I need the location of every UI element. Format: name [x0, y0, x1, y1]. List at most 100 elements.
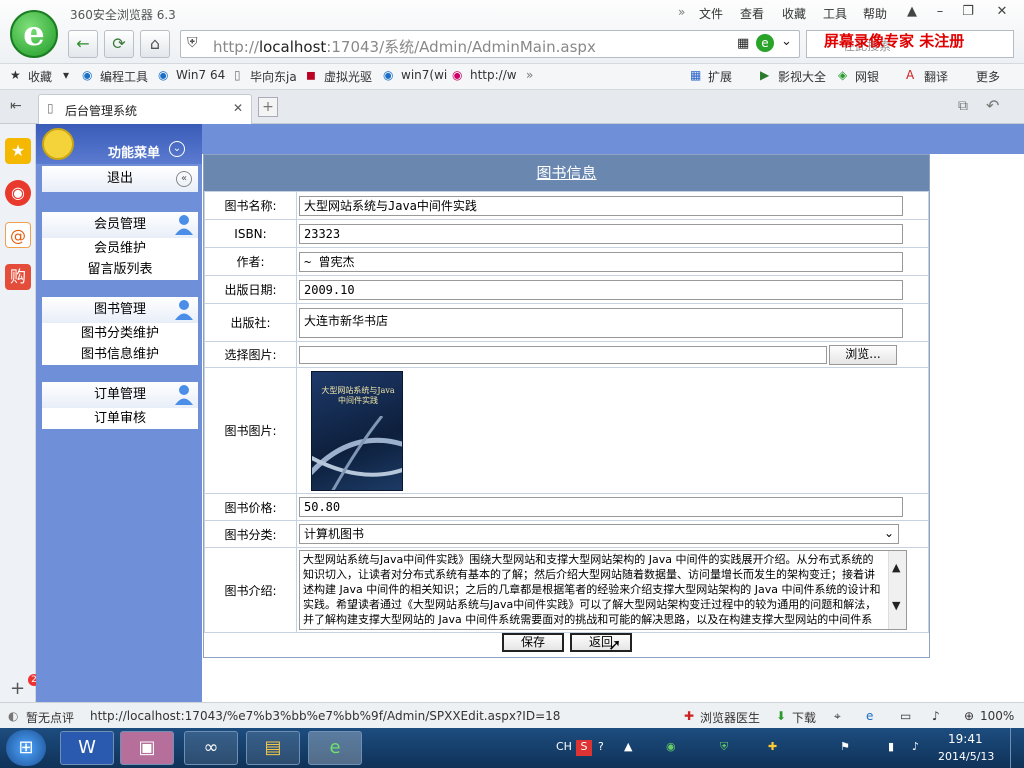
- favorites-star-icon[interactable]: ★: [5, 138, 31, 164]
- email-icon[interactable]: @: [5, 222, 31, 248]
- collapse-menu-icon[interactable]: ⌄: [169, 141, 185, 157]
- input-method-icon[interactable]: S: [576, 740, 592, 756]
- back-button[interactable]: 返回: [570, 633, 632, 652]
- menu-expand-icon[interactable]: »: [678, 5, 685, 19]
- refresh-button[interactable]: ⟳: [104, 30, 134, 58]
- menu-tools[interactable]: 工具: [823, 5, 847, 22]
- home-button[interactable]: ⌂: [140, 30, 170, 58]
- input-isbn[interactable]: 23323: [299, 223, 903, 244]
- browser-logo-icon[interactable]: e: [10, 10, 58, 58]
- window-icon[interactable]: ▭: [900, 709, 911, 723]
- tool-more[interactable]: 更多: [976, 68, 1000, 85]
- group-header-books[interactable]: 图书管理: [42, 297, 198, 323]
- new-tab-button[interactable]: +: [258, 97, 278, 117]
- link-book-maintain[interactable]: 图书信息维护: [42, 344, 198, 365]
- image-app-icon[interactable]: ▣: [120, 731, 174, 765]
- fav-more-icon[interactable]: »: [526, 68, 533, 82]
- ie-icon[interactable]: e: [866, 709, 873, 723]
- vs-app-icon[interactable]: ∞: [184, 731, 238, 765]
- input-author[interactable]: ~ 曾宪杰: [299, 251, 903, 272]
- ie-mode-icon[interactable]: e: [756, 34, 774, 52]
- undo-close-icon[interactable]: ↶: [986, 96, 999, 115]
- chevron-down-icon[interactable]: ⌄: [884, 525, 894, 541]
- menu-file[interactable]: 文件: [699, 5, 723, 22]
- dropdown-icon[interactable]: ⌄: [781, 34, 792, 49]
- download-link[interactable]: 下载: [792, 709, 816, 726]
- browse-button[interactable]: 浏览...: [829, 344, 897, 365]
- word-app-icon[interactable]: W: [60, 731, 114, 765]
- link-member-maintain[interactable]: 会员维护: [42, 238, 198, 259]
- menu-favorites[interactable]: 收藏: [782, 5, 806, 22]
- skin-icon[interactable]: ▲: [900, 2, 924, 22]
- tray-shield-icon[interactable]: ⛨: [720, 740, 728, 754]
- restore-tabs-icon[interactable]: ⧉: [958, 98, 968, 114]
- cell-image-select: 浏览...: [296, 341, 929, 368]
- qrcode-icon[interactable]: ▦: [737, 36, 749, 51]
- input-date[interactable]: 2009.10: [299, 279, 903, 300]
- show-desktop-button[interactable]: [1010, 728, 1024, 768]
- fav-item[interactable]: 编程工具: [100, 68, 148, 85]
- shopping-icon[interactable]: 购: [5, 264, 31, 290]
- browser-app-icon[interactable]: e: [308, 731, 362, 765]
- link-order-review[interactable]: 订单审核: [42, 408, 198, 429]
- tab-admin[interactable]: ▯ 后台管理系统 ✕: [38, 94, 252, 124]
- fav-item[interactable]: 收藏: [28, 68, 52, 85]
- clock-time[interactable]: 19:41: [948, 732, 983, 746]
- tool-bank[interactable]: 网银: [855, 68, 879, 85]
- fav-item[interactable]: 虚拟光驱: [324, 68, 372, 85]
- volume-icon[interactable]: ♪: [932, 709, 940, 723]
- file-path-input[interactable]: [299, 345, 827, 364]
- restore-button[interactable]: ❐: [956, 2, 980, 22]
- scroll-up-icon[interactable]: ▲: [892, 561, 900, 574]
- weibo-icon[interactable]: ◉: [5, 180, 31, 206]
- logout-link[interactable]: 退出: [107, 171, 133, 186]
- category-select[interactable]: 计算机图书 ⌄: [299, 524, 899, 544]
- tool-extensions[interactable]: 扩展: [708, 68, 732, 85]
- fav-item[interactable]: Win7 64: [176, 68, 225, 82]
- tool-translate[interactable]: 翻译: [924, 68, 948, 85]
- group-header-members[interactable]: 会员管理: [42, 212, 198, 238]
- tray-app-icon[interactable]: ◉: [666, 740, 676, 753]
- close-button[interactable]: ✕: [990, 2, 1014, 22]
- sidebar-toggle-icon[interactable]: ⇤: [10, 98, 22, 114]
- minimize-button[interactable]: –: [928, 2, 952, 22]
- scrollbar[interactable]: ▲ ▼: [888, 551, 906, 629]
- fav-item[interactable]: 毕向东ja: [250, 68, 297, 85]
- fav-item[interactable]: win7(wi: [401, 68, 447, 82]
- gesture-icon[interactable]: ⌖: [834, 709, 841, 724]
- status-comment[interactable]: 暂无点评: [26, 709, 74, 726]
- fav-item[interactable]: http://w: [470, 68, 517, 82]
- back-button[interactable]: ←: [68, 30, 98, 58]
- start-button[interactable]: ⊞: [6, 730, 46, 766]
- link-category-maintain[interactable]: 图书分类维护: [42, 323, 198, 344]
- link-message-board[interactable]: 留言版列表: [42, 259, 198, 280]
- collapse-icon[interactable]: «: [176, 171, 192, 187]
- intro-textarea[interactable]: 大型网站系统与Java中间件实践》围绕大型网站和支撑大型网站架构的 Java 中…: [299, 550, 907, 630]
- clock-date[interactable]: 2014/5/13: [938, 750, 994, 763]
- group-header-orders[interactable]: 订单管理: [42, 382, 198, 408]
- add-icon[interactable]: +: [10, 678, 25, 699]
- flag-icon[interactable]: ⚑: [840, 740, 850, 753]
- zoom-level[interactable]: 100%: [980, 709, 1014, 723]
- scroll-down-icon[interactable]: ▼: [892, 599, 900, 612]
- explorer-app-icon[interactable]: ▤: [246, 731, 300, 765]
- save-button[interactable]: 保存: [502, 633, 564, 652]
- network-icon[interactable]: ▮: [888, 740, 894, 753]
- tool-video[interactable]: 影视大全: [778, 68, 826, 85]
- tab-close-icon[interactable]: ✕: [233, 101, 243, 115]
- input-price[interactable]: 50.80: [299, 497, 903, 517]
- input-name[interactable]: 大型网站系统与Java中间件实践: [299, 195, 903, 216]
- ime-indicator[interactable]: CH: [556, 740, 572, 753]
- logout-bar[interactable]: 退出 «: [42, 166, 198, 192]
- tray-plus-icon[interactable]: ✚: [768, 740, 777, 753]
- menu-help[interactable]: 帮助: [863, 5, 887, 22]
- address-bar[interactable]: ⛨ http://localhost:17043/系统/Admin/AdminM…: [180, 30, 800, 58]
- input-publisher[interactable]: 大连市新华书店: [299, 307, 903, 338]
- fav-dropdown-icon[interactable]: ▾: [63, 68, 69, 82]
- address-text[interactable]: http://localhost:17043/系统/Admin/AdminMai…: [213, 36, 596, 57]
- tray-expand-icon[interactable]: ▲: [624, 740, 632, 753]
- browser-doctor[interactable]: 浏览器医生: [700, 709, 760, 726]
- speaker-icon[interactable]: ♪: [912, 740, 919, 753]
- help-icon[interactable]: ?: [598, 740, 604, 753]
- menu-view[interactable]: 查看: [740, 5, 764, 22]
